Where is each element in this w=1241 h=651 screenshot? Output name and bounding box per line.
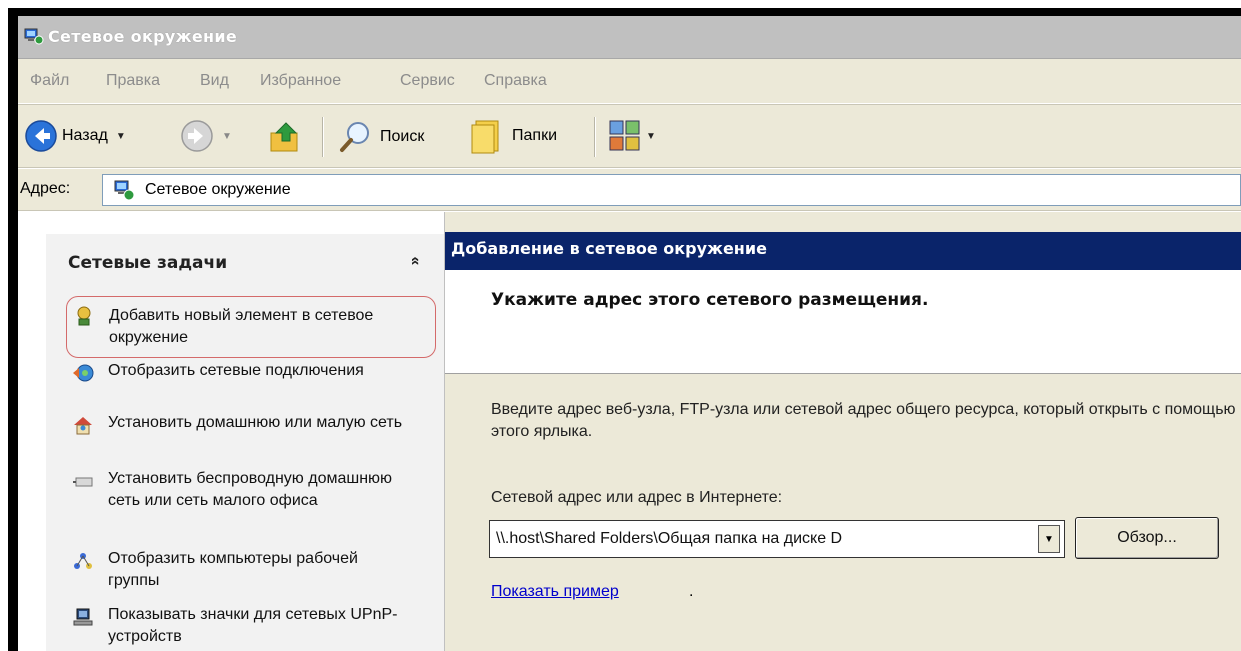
address-field-label: Сетевой адрес или адрес в Интернете:	[491, 489, 783, 506]
search-icon	[340, 122, 369, 152]
address-value: Сетевое окружение	[145, 181, 291, 198]
task-setup-wireless-network[interactable]: Установить беспроводную домашнюю сеть ил…	[66, 468, 436, 534]
wizard-description: Введите адрес веб-узла, FTP-узла или сет…	[491, 401, 1236, 440]
menu-bar: Файл Правка Вид Избранное Сервис Справка	[18, 59, 1241, 104]
network-places-icon	[114, 180, 135, 201]
window: Сетевое окружение Файл Правка Вид Избран…	[8, 8, 1241, 651]
views-dropdown-icon[interactable]: ▼	[646, 131, 656, 142]
task-label: Показывать значки для сетевых UPnP-устро…	[108, 606, 398, 645]
task-label: Отобразить сетевые подключения	[108, 362, 364, 379]
add-network-place-wizard: Добавление в сетевое окружение Укажите а…	[444, 212, 1241, 651]
show-example-link[interactable]: Показать пример	[491, 583, 619, 601]
task-add-network-place[interactable]: Добавить новый элемент в сетевое окружен…	[66, 296, 436, 358]
task-show-workgroup[interactable]: Отобразить компьютеры рабочей группы	[66, 548, 436, 592]
back-button[interactable]: Назад ▼	[24, 119, 126, 153]
wizard-body: Введите адрес веб-узла, FTP-узла или сет…	[445, 375, 1241, 651]
wizard-title: Добавление в сетевое окружение	[451, 239, 767, 258]
menu-view[interactable]: Вид	[200, 72, 229, 90]
forward-dropdown-icon[interactable]: ▼	[222, 131, 232, 142]
task-show-connections[interactable]: Отобразить сетевые подключения	[66, 360, 436, 404]
menu-tools[interactable]: Сервис	[400, 72, 455, 90]
folder-up-icon	[270, 122, 298, 152]
collapse-chevron-icon[interactable]: «	[402, 248, 428, 274]
task-label: Отобразить компьютеры рабочей группы	[108, 550, 358, 589]
folders-button[interactable]: Папки	[470, 117, 557, 155]
forward-button[interactable]: ▼	[180, 119, 232, 153]
up-button[interactable]	[268, 119, 304, 155]
combo-dropdown-icon[interactable]: ▼	[1038, 525, 1060, 553]
search-button[interactable]: Поиск	[338, 119, 424, 155]
views-icon	[609, 120, 640, 151]
folders-label: Папки	[512, 127, 557, 144]
task-label: Установить беспроводную домашнюю сеть ил…	[108, 470, 393, 509]
task-label: Добавить новый элемент в сетевое окружен…	[109, 307, 374, 346]
wizard-header: Добавление в сетевое окружение	[445, 232, 1241, 270]
toolbar: Назад ▼ ▼ Поиск Папки ▼	[18, 104, 1241, 168]
upnp-device-icon	[73, 608, 93, 626]
network-address-value[interactable]: \\.host\Shared Folders\Общая папка на ди…	[496, 530, 842, 548]
workgroup-icon	[74, 553, 92, 569]
toolbar-separator-2	[594, 117, 596, 157]
menu-file[interactable]: Файл	[30, 72, 69, 90]
forward-arrow-icon	[181, 120, 213, 152]
menu-edit[interactable]: Правка	[106, 72, 160, 90]
wizard-subtitle: Укажите адрес этого сетевого размещения.	[491, 290, 929, 310]
network-tasks-title: Сетевые задачи	[68, 253, 228, 273]
toolbar-separator	[322, 117, 324, 157]
task-sidebar: Сетевые задачи « Добавить новый элемент …	[18, 212, 444, 651]
browse-button[interactable]: Обзор...	[1075, 517, 1219, 559]
network-places-icon	[24, 28, 44, 45]
network-tasks-header[interactable]: Сетевые задачи «	[46, 234, 444, 286]
network-tasks-panel: Сетевые задачи « Добавить новый элемент …	[46, 234, 444, 651]
back-label: Назад	[62, 127, 108, 144]
address-bar: Адрес: Сетевое окружение	[18, 169, 1241, 211]
address-field[interactable]: Сетевое окружение	[102, 174, 1241, 206]
task-show-upnp[interactable]: Показывать значки для сетевых UPnP-устро…	[66, 604, 436, 648]
menu-favorites[interactable]: Избранное	[260, 72, 341, 90]
content-area: Сетевые задачи « Добавить новый элемент …	[18, 212, 1241, 651]
network-connections-icon	[73, 364, 94, 382]
search-label: Поиск	[380, 128, 425, 145]
window-title: Сетевое окружение	[48, 27, 237, 46]
home-network-icon	[74, 417, 92, 435]
address-label: Адрес:	[20, 180, 71, 197]
task-setup-home-network[interactable]: Установить домашнюю или малую сеть	[66, 412, 436, 456]
window-border-top	[8, 8, 1241, 16]
network-address-combo[interactable]: \\.host\Shared Folders\Общая папка на ди…	[489, 520, 1065, 558]
network-add-icon	[77, 306, 91, 326]
menu-help[interactable]: Справка	[484, 72, 547, 90]
folders-icon	[471, 120, 499, 154]
views-button[interactable]: ▼	[608, 119, 656, 153]
task-label: Установить домашнюю или малую сеть	[108, 414, 403, 431]
wireless-network-icon	[73, 477, 93, 487]
link-period: .	[689, 583, 694, 600]
back-dropdown-icon[interactable]: ▼	[116, 131, 126, 142]
title-bar[interactable]: Сетевое окружение	[18, 16, 1241, 59]
wizard-top: Укажите адрес этого сетевого размещения.	[445, 270, 1241, 374]
window-border-left	[8, 8, 18, 651]
back-arrow-icon	[25, 120, 57, 152]
